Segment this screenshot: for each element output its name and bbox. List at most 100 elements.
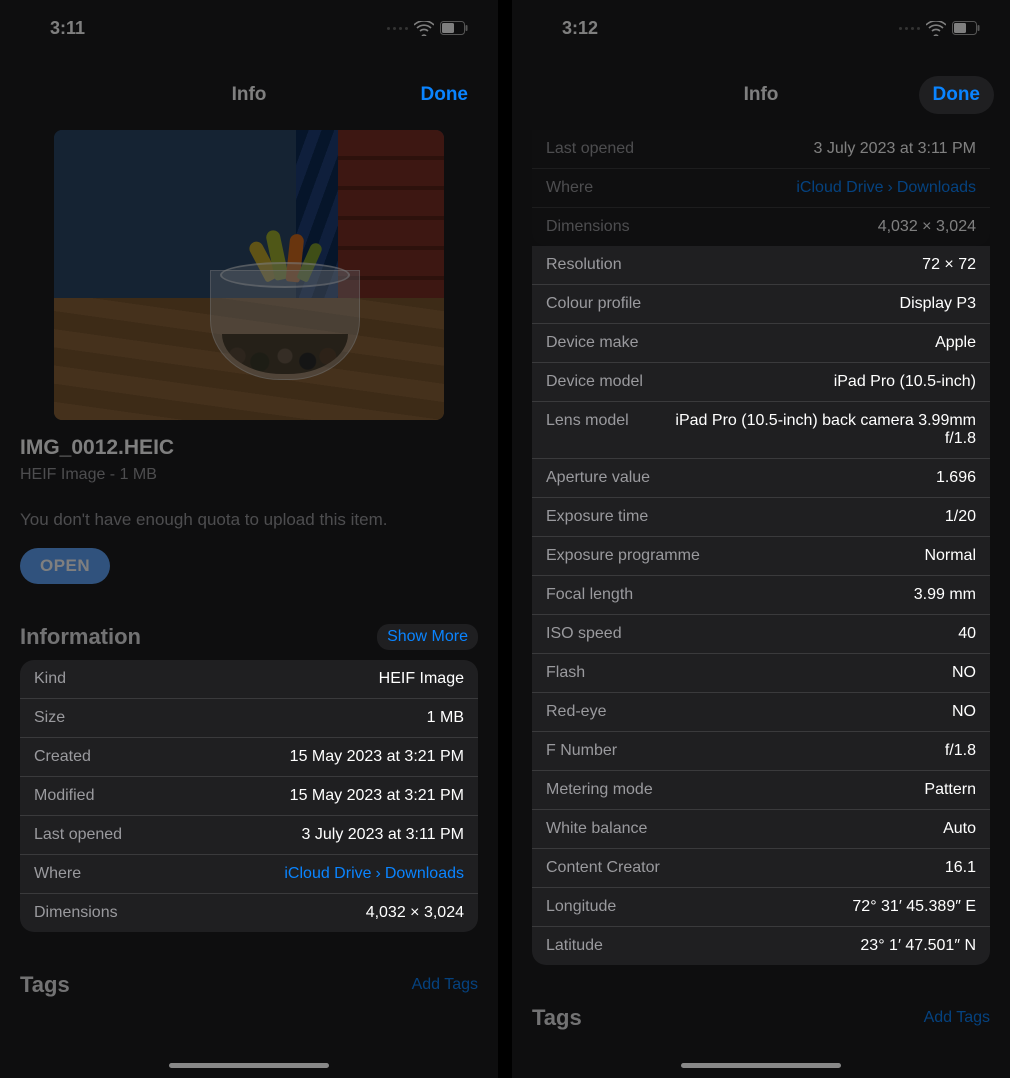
info-row: Created 15 May 2023 at 3:21 PM [20, 737, 478, 776]
info-row-label: Device make [546, 334, 638, 352]
info-row-value: 3.99 mm [914, 586, 976, 604]
status-time: 3:12 [562, 18, 598, 39]
info-row: ISO speed 40 [532, 614, 990, 653]
information-title: Information [20, 624, 141, 650]
info-row-value: 16.1 [945, 859, 976, 877]
info-row-value: 1/20 [945, 508, 976, 526]
info-row-value: iCloud Drive›Downloads [284, 865, 464, 883]
info-row-label: Dimensions [546, 218, 630, 236]
info-row-value: f/1.8 [945, 742, 976, 760]
info-row-label: Last opened [546, 140, 634, 158]
info-row-value: 40 [958, 625, 976, 643]
info-row-label: ISO speed [546, 625, 622, 643]
info-row-label: Aperture value [546, 469, 650, 487]
file-name: IMG_0012.HEIC [20, 436, 478, 460]
information-card-top: Last opened 3 July 2023 at 3:11 PM Where iC… [532, 130, 990, 246]
info-row-label: White balance [546, 820, 647, 838]
info-row-value: 72 × 72 [922, 256, 976, 274]
info-row: Aperture value 1.696 [532, 458, 990, 497]
status-time: 3:11 [50, 18, 85, 39]
info-row-label: Colour profile [546, 295, 641, 313]
info-row: KindHEIF Image [20, 660, 478, 698]
status-bar: 3:12 [512, 0, 1010, 50]
info-row-value: Display P3 [900, 295, 976, 313]
info-row-value: Auto [943, 820, 976, 838]
info-row-label: Device model [546, 373, 643, 391]
done-button[interactable]: Done [919, 76, 995, 114]
info-row-value: 4,032 × 3,024 [366, 904, 464, 922]
info-row-label: Last opened [34, 826, 122, 844]
done-button[interactable]: Done [407, 76, 483, 114]
add-tags-button[interactable]: Add Tags [924, 1009, 990, 1027]
info-row-label: Latitude [546, 937, 603, 955]
info-row-value: NO [952, 664, 976, 682]
sheet-title: Info [744, 84, 779, 106]
info-row-value: Normal [924, 547, 976, 565]
chevron-right-icon: › [376, 865, 381, 882]
info-row-label: Kind [34, 670, 66, 688]
info-row-label: Content Creator [546, 859, 660, 877]
info-row-value: 15 May 2023 at 3:21 PM [290, 748, 464, 766]
info-row-label: Where [34, 865, 81, 883]
info-row: Resolution 72 × 72 [532, 246, 990, 284]
info-row-value: Pattern [924, 781, 976, 799]
info-row-value: 4,032 × 3,024 [878, 218, 976, 236]
battery-icon [952, 21, 980, 35]
chevron-right-icon: › [888, 179, 893, 196]
phone-right: 3:12 Info Done Last opened 3 July 2023 at… [512, 0, 1010, 1078]
wifi-icon [414, 21, 434, 36]
information-header: Information Show More [20, 624, 478, 650]
info-row-value: iCloud Drive›Downloads [796, 179, 976, 197]
tags-header: Tags Add Tags [532, 1005, 990, 1031]
info-row-label: Flash [546, 664, 585, 682]
info-row-label: Size [34, 709, 65, 727]
info-row-label: Longitude [546, 898, 616, 916]
info-row-label: Metering mode [546, 781, 653, 799]
info-row-value: 23° 1′ 47.501″ N [860, 937, 976, 955]
info-row: Lens modeliPad Pro (10.5-inch) back came… [532, 401, 990, 458]
info-row: Device make Apple [532, 323, 990, 362]
info-row: Focal length 3.99 mm [532, 575, 990, 614]
info-row-value: Apple [935, 334, 976, 352]
info-row-label: Resolution [546, 256, 622, 274]
info-row-value: 3 July 2023 at 3:11 PM [302, 826, 464, 844]
info-row: Longitude 72° 31′ 45.389″ E [532, 887, 990, 926]
home-indicator-icon[interactable] [681, 1063, 841, 1068]
info-row-label: Where [546, 179, 593, 197]
quota-warning: You don't have enough quota to upload th… [20, 510, 478, 530]
sheet-header: Info Done [0, 60, 498, 130]
info-row-label: Exposure time [546, 508, 648, 526]
info-row-value: iPad Pro (10.5-inch) back camera 3.99mm … [641, 412, 976, 448]
info-row[interactable]: Where iCloud Drive›Downloads [532, 168, 990, 207]
info-row-label: Red-eye [546, 703, 606, 721]
tags-title: Tags [20, 972, 70, 998]
sheet-header: Info Done [512, 60, 1010, 130]
info-row-value: 3 July 2023 at 3:11 PM [814, 140, 976, 158]
home-indicator-icon[interactable] [169, 1063, 329, 1068]
info-row: Modified15 May 2023 at 3:21 PM [20, 776, 478, 815]
info-row: Exposure programme Normal [532, 536, 990, 575]
info-row[interactable]: Where iCloud Drive›Downloads [20, 854, 478, 893]
cell-dots-icon [899, 27, 920, 30]
tags-header: Tags Add Tags [20, 972, 478, 998]
battery-icon [440, 21, 468, 35]
info-row-value: 72° 31′ 45.389″ E [852, 898, 976, 916]
info-row: Metering mode Pattern [532, 770, 990, 809]
cell-dots-icon [387, 27, 408, 30]
info-row-label: F Number [546, 742, 617, 760]
info-row: Red-eyeNO [532, 692, 990, 731]
info-row: Last opened 3 July 2023 at 3:11 PM [20, 815, 478, 854]
info-row-label: Exposure programme [546, 547, 700, 565]
info-row: Dimensions 4,032 × 3,024 [532, 207, 990, 246]
info-row: Latitude 23° 1′ 47.501″ N [532, 926, 990, 965]
info-row-label: Focal length [546, 586, 633, 604]
wifi-icon [926, 21, 946, 36]
show-more-button[interactable]: Show More [377, 624, 478, 650]
info-row-label: Created [34, 748, 91, 766]
open-button[interactable]: OPEN [20, 548, 110, 584]
info-row: Flash NO [532, 653, 990, 692]
info-row-label: Modified [34, 787, 94, 805]
add-tags-button[interactable]: Add Tags [412, 976, 478, 994]
file-preview-image[interactable] [54, 130, 444, 420]
info-row-value: 1.696 [936, 469, 976, 487]
